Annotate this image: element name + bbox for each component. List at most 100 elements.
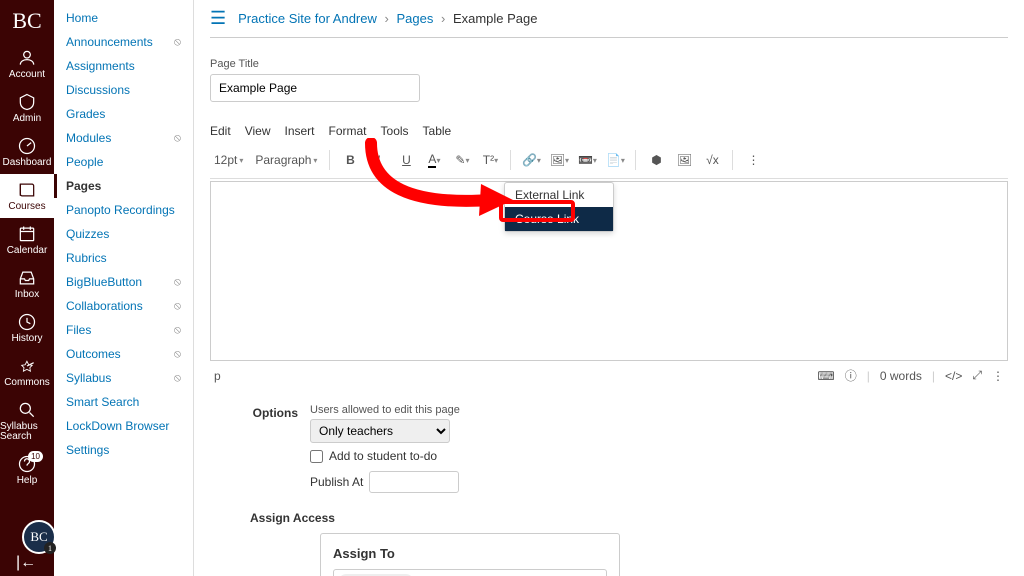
collapse-nav-icon[interactable]: |← (16, 554, 36, 572)
breadcrumb-page: Example Page (453, 11, 538, 26)
breadcrumb: Practice Site for Andrew › Pages › Examp… (238, 11, 537, 26)
document-button[interactable]: 📄▾ (603, 148, 627, 172)
hidden-icon: ⦸ (174, 324, 181, 337)
media-button[interactable]: 📼▾ (575, 148, 599, 172)
hidden-icon: ⦸ (174, 276, 181, 289)
hamburger-icon[interactable]: ☰ (210, 8, 226, 29)
superscript-button[interactable]: T²▾ (478, 148, 502, 172)
sidebar-item-syllabus[interactable]: Syllabus⦸ (54, 366, 193, 390)
publish-at-input[interactable] (369, 471, 459, 493)
sidebar-item-outcomes[interactable]: Outcomes⦸ (54, 342, 193, 366)
breadcrumb-course[interactable]: Practice Site for Andrew (238, 11, 377, 26)
avatar-badge: 1 (44, 542, 56, 554)
underline-button[interactable]: U (394, 148, 418, 172)
edit-permission-label: Users allowed to edit this page (310, 404, 460, 416)
todo-checkbox[interactable] (310, 450, 323, 463)
insert-image-button[interactable]: 🖼 (672, 148, 696, 172)
sidebar-item-pages[interactable]: Pages (54, 174, 193, 198)
sidebar-item-files[interactable]: Files⦸ (54, 318, 193, 342)
hidden-icon: ⦸ (174, 300, 181, 313)
menu-format[interactable]: Format (329, 124, 367, 138)
more-button[interactable]: ⋮ (741, 148, 765, 172)
rce-menubar: Edit View Insert Format Tools Table (210, 120, 1008, 142)
admin-icon (17, 92, 37, 112)
sidebar-item-rubrics[interactable]: Rubrics (54, 246, 193, 270)
calendar-icon (17, 224, 37, 244)
nav-help[interactable]: 10Help (0, 448, 54, 492)
sidebar-item-home[interactable]: Home (54, 6, 193, 30)
page-title-input[interactable] (210, 74, 420, 102)
status-more-button[interactable]: ⋮ (992, 369, 1004, 383)
nav-syllabus-search[interactable]: Syllabus Search (0, 394, 54, 448)
nav-commons[interactable]: Commons (0, 350, 54, 394)
menu-insert[interactable]: Insert (284, 124, 314, 138)
hidden-icon: ⦸ (174, 36, 181, 49)
commons-icon (17, 356, 37, 376)
nav-courses[interactable]: Courses (0, 174, 54, 218)
element-path[interactable]: p (214, 369, 221, 383)
course-link-option[interactable]: Course Link (505, 207, 613, 231)
menu-edit[interactable]: Edit (210, 124, 231, 138)
sidebar-item-lockdown-browser[interactable]: LockDown Browser (54, 414, 193, 438)
sidebar-item-collaborations[interactable]: Collaborations⦸ (54, 294, 193, 318)
equation-button[interactable]: √x (700, 148, 724, 172)
bold-button[interactable]: B (338, 148, 362, 172)
sidebar-item-assignments[interactable]: Assignments (54, 54, 193, 78)
course-nav: HomeAnnouncements⦸AssignmentsDiscussions… (54, 0, 194, 576)
sidebar-item-modules[interactable]: Modules⦸ (54, 126, 193, 150)
sidebar-item-announcements[interactable]: Announcements⦸ (54, 30, 193, 54)
sidebar-item-discussions[interactable]: Discussions (54, 78, 193, 102)
nav-account[interactable]: Account (0, 42, 54, 86)
hidden-icon: ⦸ (174, 348, 181, 361)
nav-inbox[interactable]: Inbox (0, 262, 54, 306)
rich-content-editor: Edit View Insert Format Tools Table 12pt▾ Par… (210, 120, 1008, 390)
assign-to-input[interactable]: Everyone ✕ (333, 569, 607, 576)
menu-table[interactable]: Table (423, 124, 452, 138)
nav-calendar[interactable]: Calendar (0, 218, 54, 262)
options-heading: Options (210, 404, 310, 493)
history-icon (17, 312, 37, 332)
sidebar-item-quizzes[interactable]: Quizzes (54, 222, 193, 246)
italic-button[interactable]: I (366, 148, 390, 172)
nav-admin[interactable]: Admin (0, 86, 54, 130)
highlight-button[interactable]: ✎▾ (450, 148, 474, 172)
image-button[interactable]: 🖼▾ (547, 148, 571, 172)
a11y-icon[interactable]: ⓘ (845, 367, 857, 384)
editor-canvas[interactable]: External Link Course Link (210, 181, 1008, 361)
hidden-icon: ⦸ (174, 372, 181, 385)
nav-history[interactable]: History (0, 306, 54, 350)
link-button[interactable]: 🔗▾ (519, 148, 543, 172)
page-title-label: Page Title (210, 58, 1008, 70)
sidebar-item-panopto-recordings[interactable]: Panopto Recordings (54, 198, 193, 222)
fullscreen-button[interactable]: ⤢ (972, 368, 982, 383)
external-link-option[interactable]: External Link (505, 183, 613, 207)
sidebar-item-smart-search[interactable]: Smart Search (54, 390, 193, 414)
nav-dashboard[interactable]: Dashboard (0, 130, 54, 174)
link-dropdown: External Link Course Link (504, 182, 614, 232)
logo[interactable]: BC (12, 4, 41, 42)
keyboard-icon[interactable]: ⌨ (817, 369, 834, 383)
sidebar-item-grades[interactable]: Grades (54, 102, 193, 126)
rce-toolbar: 12pt▾ Paragraph▾ B I U A▾ ✎▾ T²▾ 🔗▾ 🖼▾ 📼… (210, 142, 1008, 179)
avatar[interactable]: BC 1 (22, 520, 56, 554)
menu-tools[interactable]: Tools (381, 124, 409, 138)
assign-card: Assign To Everyone ✕ (320, 533, 620, 576)
plugin-button[interactable]: ⬢ (644, 148, 668, 172)
hidden-icon: ⦸ (174, 132, 181, 145)
sidebar-item-settings[interactable]: Settings (54, 438, 193, 462)
font-size-select[interactable]: 12pt▾ (210, 151, 247, 169)
sidebar-item-people[interactable]: People (54, 150, 193, 174)
assign-to-label: Assign To (333, 546, 607, 561)
topbar: ☰ Practice Site for Andrew › Pages › Exa… (210, 0, 1008, 38)
html-button[interactable]: </> (945, 369, 962, 383)
sidebar-item-bigbluebutton[interactable]: BigBlueButton⦸ (54, 270, 193, 294)
help-icon: 10 (17, 454, 37, 474)
text-color-button[interactable]: A▾ (422, 148, 446, 172)
edit-permission-select[interactable]: Only teachers (310, 419, 450, 443)
menu-view[interactable]: View (245, 124, 271, 138)
paragraph-select[interactable]: Paragraph▾ (251, 151, 321, 169)
word-count[interactable]: 0 words (880, 369, 922, 383)
dashboard-icon (17, 136, 37, 156)
breadcrumb-section[interactable]: Pages (396, 11, 433, 26)
rce-status-bar: p ⌨ ⓘ | 0 words | </> ⤢ ⋮ (210, 361, 1008, 390)
